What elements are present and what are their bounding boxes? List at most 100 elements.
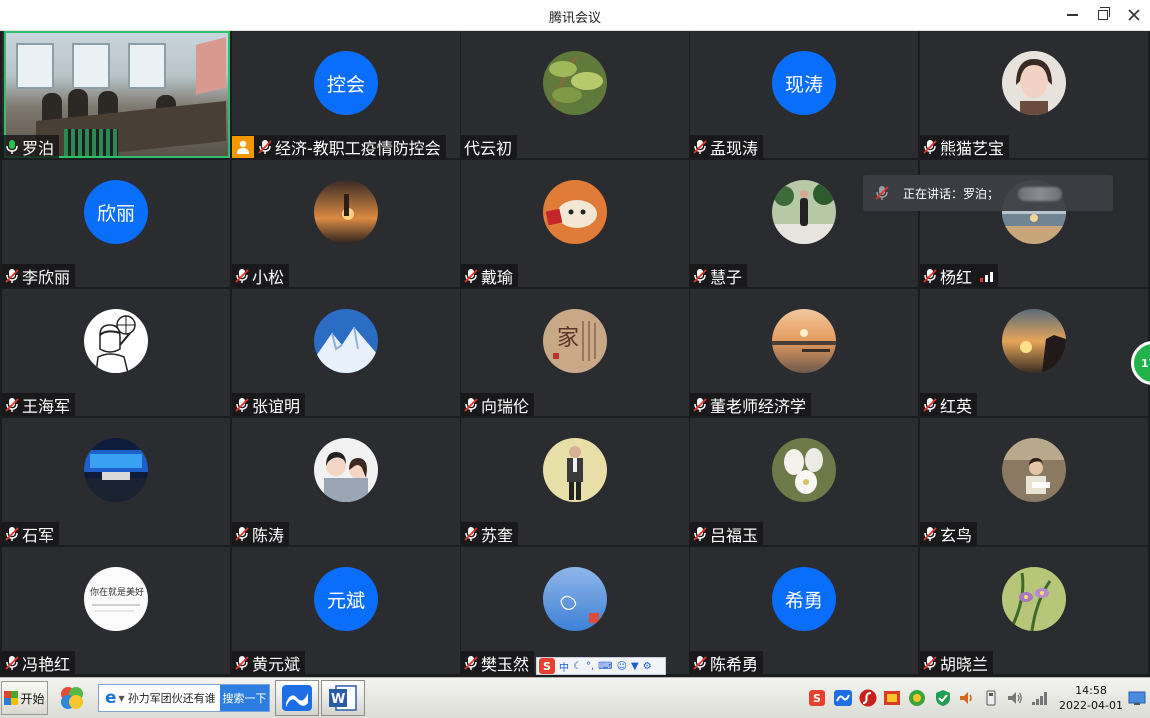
search-button[interactable]: 搜索一下 [220, 685, 269, 711]
participant-name: 董老师经济学 [710, 396, 807, 416]
tencent-meeting-task-button[interactable] [275, 680, 319, 716]
participant-nameplate: 李欣丽 [2, 264, 76, 287]
flower-app-icon[interactable] [55, 682, 89, 714]
muted-mic-icon[interactable] [235, 655, 249, 671]
participant-name: 熊猫艺宝 [940, 138, 1005, 158]
ime-mode-label[interactable]: 中 [559, 659, 569, 674]
usb-tray-icon[interactable] [980, 686, 1002, 710]
muted-mic-icon[interactable] [693, 397, 707, 413]
security-tray-icon[interactable] [932, 686, 954, 710]
participant-tile[interactable]: 罗泊 [2, 31, 230, 158]
participant-name: 经济-教职工疫情防控会 [275, 138, 441, 158]
ime-toolbar[interactable]: S 中 ☾ °, ⌨ ☺ ▼ ⚙ [536, 657, 666, 675]
avatar [543, 567, 607, 631]
participant-tile[interactable]: 控会经济-教职工疫情防控会 [232, 31, 460, 158]
participant-name: 小松 [252, 267, 285, 287]
muted-mic-icon[interactable] [5, 397, 19, 413]
user-icon[interactable]: ☺ [617, 661, 627, 672]
muted-mic-icon[interactable] [693, 268, 707, 284]
search-bar[interactable]: e ▼ 孙力军团伙还有谁 搜索一下 [98, 684, 270, 712]
start-button[interactable]: 开始 [1, 681, 48, 715]
muted-mic-icon[interactable] [258, 139, 272, 155]
restore-button[interactable] [1090, 4, 1116, 26]
participant-tile[interactable]: 戴瑜 [461, 160, 689, 287]
volume-icon[interactable] [1004, 686, 1026, 710]
participant-tile[interactable]: 张谊明 [232, 289, 460, 416]
participant-nameplate: 胡晓兰 [920, 651, 994, 674]
participant-tile[interactable]: 红英 [920, 289, 1148, 416]
avatar [314, 438, 378, 502]
muted-mic-icon[interactable] [5, 268, 19, 284]
mic-on-icon[interactable] [5, 139, 19, 155]
participant-tile[interactable]: 樊玉然 [461, 547, 689, 674]
participant-name: 玄鸟 [940, 525, 973, 545]
svg-text:家: 家 [557, 326, 579, 351]
muted-mic-icon[interactable] [464, 655, 478, 671]
participant-tile[interactable]: 熊猫艺宝 [920, 31, 1148, 158]
muted-mic-icon[interactable] [923, 526, 937, 542]
participant-nameplate: 罗泊 [2, 135, 60, 158]
network-guard-tray-icon[interactable] [906, 686, 928, 710]
toolbox-icon[interactable]: ⚙ [643, 661, 652, 672]
muted-mic-icon[interactable] [235, 526, 249, 542]
keyboard-icon[interactable]: ⌨ [598, 661, 612, 672]
participant-tile[interactable]: 欣丽 李欣丽 [2, 160, 230, 287]
sogou-tray-icon[interactable]: S [806, 686, 828, 710]
participant-tile[interactable]: 董老师经济学 [690, 289, 918, 416]
avatar: 控会 [314, 51, 378, 115]
punctuation-icon[interactable]: °, [586, 661, 594, 672]
participant-nameplate: 陈涛 [232, 522, 290, 545]
speaker-red-tray-icon[interactable] [956, 686, 978, 710]
muted-mic-icon[interactable] [923, 139, 937, 155]
film-tray-icon[interactable] [881, 686, 903, 710]
participant-name: 胡晓兰 [940, 654, 989, 674]
start-label: 开始 [20, 691, 45, 706]
skin-icon[interactable]: ▼ [631, 661, 639, 672]
participant-tile[interactable]: 家向瑞伦 [461, 289, 689, 416]
muted-mic-icon[interactable] [464, 397, 478, 413]
muted-mic-icon[interactable] [464, 526, 478, 542]
chevron-down-icon[interactable]: ▼ [119, 694, 125, 703]
muted-mic-icon[interactable] [235, 268, 249, 284]
muted-mic-icon[interactable] [693, 526, 707, 542]
participant-tile[interactable]: 石军 [2, 418, 230, 545]
participant-tile[interactable]: 吕福玉 [690, 418, 918, 545]
meeting-tray-icon[interactable] [832, 686, 854, 710]
participant-tile[interactable]: 现涛 孟现涛 [690, 31, 918, 158]
participant-tile[interactable]: 代云初 [461, 31, 689, 158]
muted-mic-icon[interactable] [464, 268, 478, 284]
muted-mic-icon[interactable] [923, 268, 937, 284]
sogou-ime-icon: S [539, 658, 555, 674]
network-signal-icon [980, 270, 994, 282]
participant-tile[interactable]: 希勇 陈希勇 [690, 547, 918, 674]
avatar: 欣丽 [84, 180, 148, 244]
muted-mic-icon[interactable] [235, 397, 249, 413]
muted-mic-icon[interactable] [923, 655, 937, 671]
moon-icon[interactable]: ☾ [573, 661, 582, 672]
network-signal-icon[interactable] [1029, 686, 1051, 710]
participant-tile[interactable]: 你在就是美好 冯艳红 [2, 547, 230, 674]
muted-mic-icon[interactable] [923, 397, 937, 413]
muted-mic-icon[interactable] [693, 139, 707, 155]
participant-tile[interactable]: 陈涛 [232, 418, 460, 545]
participant-tile[interactable]: 苏奎 [461, 418, 689, 545]
svg-text:W: W [331, 692, 345, 707]
close-button[interactable] [1121, 4, 1147, 26]
muted-mic-icon[interactable] [5, 526, 19, 542]
muted-mic-icon [875, 186, 889, 200]
muted-mic-icon[interactable] [5, 655, 19, 671]
avatar [1002, 51, 1066, 115]
participant-tile[interactable]: 玄鸟 [920, 418, 1148, 545]
participant-name: 杨红 [940, 267, 973, 287]
show-desktop-icon[interactable] [1128, 689, 1146, 707]
word-task-button[interactable]: W [321, 680, 365, 716]
system-clock[interactable]: 14:58 2022-04-01 [1058, 683, 1124, 713]
minimize-button[interactable] [1059, 4, 1085, 26]
search-input[interactable]: 孙力军团伙还有谁 [128, 690, 220, 706]
participant-tile[interactable]: 元斌 黄元斌 [232, 547, 460, 674]
participant-tile[interactable]: 胡晓兰 [920, 547, 1148, 674]
participant-tile[interactable]: 小松 [232, 160, 460, 287]
participant-tile[interactable]: 王海军 [2, 289, 230, 416]
muted-mic-icon[interactable] [693, 655, 707, 671]
flash-tray-icon[interactable] [857, 686, 879, 710]
